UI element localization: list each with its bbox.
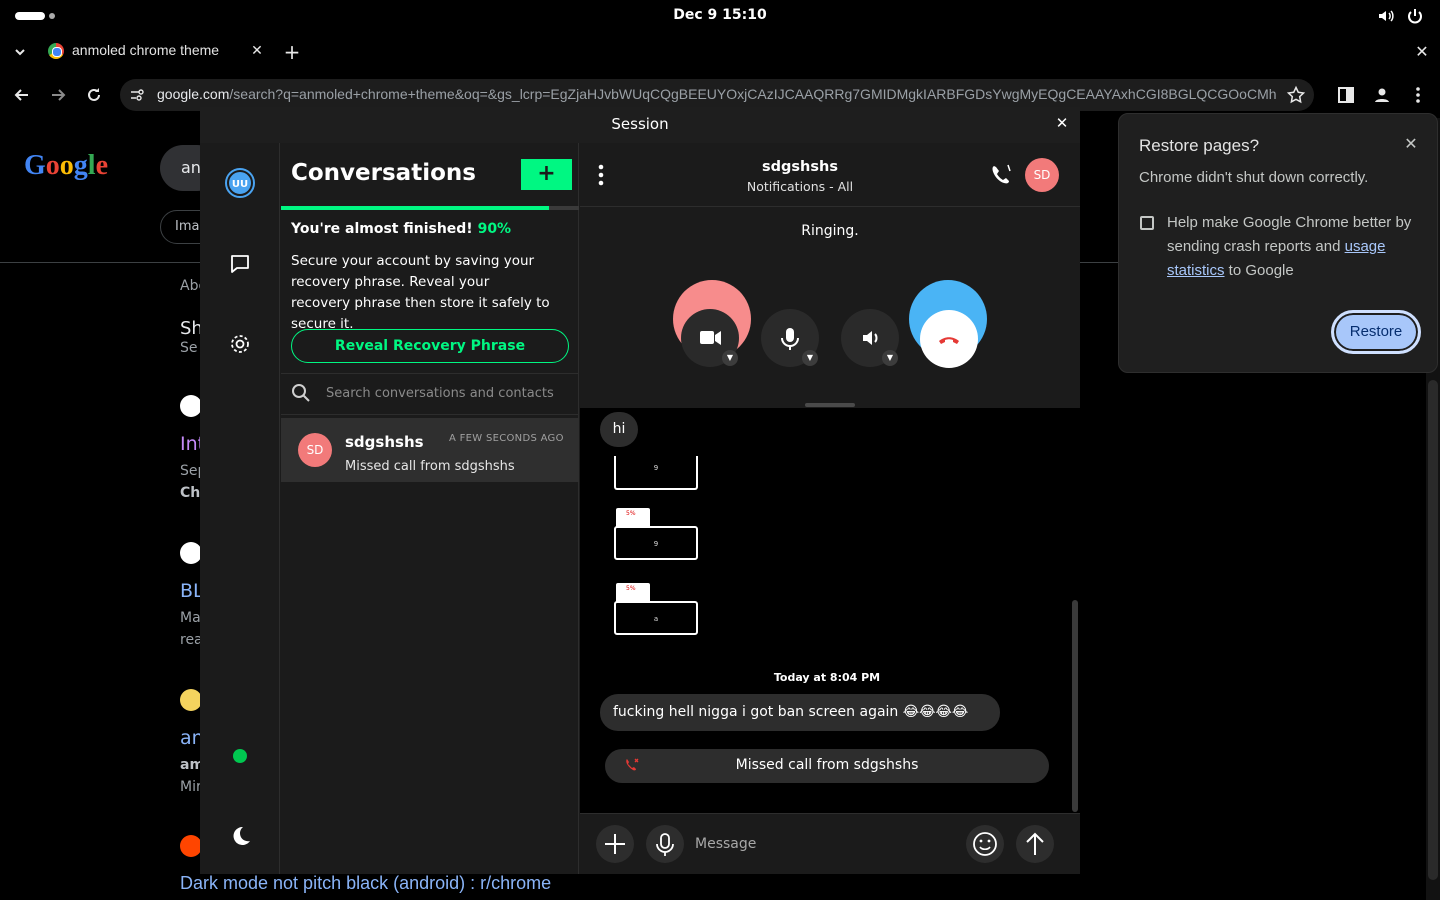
image-attachment-label: 9	[653, 464, 659, 472]
result-link[interactable]: an	[180, 727, 200, 749]
dark-mode-result-link[interactable]: Dark mode not pitch black (android) : r/…	[180, 873, 551, 894]
restore-dialog-title: Restore pages?	[1139, 136, 1260, 155]
forward-arrow-icon[interactable]	[48, 85, 68, 105]
chat-scrollbar[interactable]	[1072, 600, 1078, 812]
site-favicon-icon	[180, 689, 202, 711]
secure-account-text: Secure your account by saving your recov…	[291, 253, 550, 332]
chat-contact-name: sdgshshs	[762, 159, 838, 175]
chat-contact-avatar[interactable]: SD	[1025, 158, 1059, 192]
almost-finished-percent: 90%	[477, 221, 512, 237]
image-attachment-label: a	[653, 615, 659, 623]
result-snippet: rea	[180, 632, 200, 648]
online-status-dot	[233, 749, 247, 763]
google-logo[interactable]: Google	[24, 150, 108, 182]
result-snippet: Se	[180, 340, 198, 356]
onboarding-progress-fill	[281, 206, 549, 210]
image-attachment-tab: 5%	[616, 508, 650, 528]
images-chip-label: Ima	[175, 219, 200, 234]
send-message-button[interactable]	[1016, 825, 1054, 863]
call-status-text: Ringing.	[801, 223, 859, 239]
conversation-name: sdgshshs	[345, 433, 424, 451]
about-results-text: Abo	[180, 278, 200, 294]
message-date-separator: Today at 8:04 PM	[773, 671, 881, 684]
image-attachment-tab: 5%	[616, 583, 650, 603]
tab-search-chevron-icon[interactable]	[10, 42, 30, 62]
almost-finished-heading: You're almost finished! 90%	[291, 221, 511, 237]
page-scrollbar-thumb[interactable]	[1428, 380, 1438, 880]
url-host: google.com	[157, 86, 230, 102]
image-attachment[interactable]: 9	[614, 456, 698, 490]
url-path: /search?q=anmoled+chrome+theme&oq=&gs_lc…	[229, 86, 1277, 102]
moon-theme-icon[interactable]	[226, 822, 254, 850]
session-close-icon[interactable]: ✕	[1052, 114, 1072, 134]
help-text-end: to Google	[1224, 262, 1294, 279]
chrome-favicon-icon	[180, 395, 202, 417]
tab-close-icon[interactable]: ✕	[248, 41, 266, 61]
result-snippet: Ch	[180, 485, 200, 501]
reveal-recovery-phrase-button[interactable]: Reveal Recovery Phrase	[291, 329, 569, 363]
new-tab-plus-icon[interactable]: +	[282, 42, 302, 62]
bookmark-star-icon[interactable]	[1286, 85, 1306, 105]
chat-notification-setting: Notifications - All	[746, 179, 854, 194]
result-snippet: Ma	[180, 610, 200, 626]
microphone-options-chevron-icon[interactable]: ▼	[802, 350, 818, 366]
result-link[interactable]: Int	[180, 433, 200, 455]
search-conversations-input[interactable]	[326, 383, 566, 403]
message-input[interactable]	[695, 833, 955, 855]
tab-title: anmoled chrome theme	[72, 42, 220, 58]
new-conversation-button[interactable]: +	[521, 159, 572, 190]
power-icon[interactable]	[1405, 6, 1425, 26]
search-icon	[289, 381, 313, 405]
result-snippet: Sep	[180, 463, 200, 479]
missed-call-text: Missed call from sdgshshs	[735, 757, 919, 773]
hang-up-button[interactable]	[920, 310, 978, 368]
reload-icon[interactable]	[84, 85, 104, 105]
conversations-title: Conversations	[291, 160, 476, 186]
restore-button[interactable]: Restore	[1331, 310, 1421, 354]
profile-icon[interactable]	[1372, 85, 1392, 105]
reddit-favicon-icon	[180, 835, 202, 857]
image-attachment[interactable]: a	[614, 601, 698, 635]
messages-icon[interactable]	[226, 250, 254, 278]
crash-report-label: Help make Google Chrome better by sendin…	[1167, 211, 1423, 283]
result-snippet: Sh	[180, 318, 200, 339]
almost-finished-text: You're almost finished!	[291, 221, 473, 237]
google-search-value: an	[181, 158, 201, 177]
conversation-avatar: SD	[298, 433, 332, 467]
restore-dialog-subtitle: Chrome didn't shut down correctly.	[1139, 169, 1369, 186]
user-avatar[interactable]: UU	[225, 168, 255, 198]
add-attachment-button[interactable]	[596, 825, 634, 863]
volume-icon[interactable]	[1376, 6, 1396, 26]
side-panel-icon[interactable]	[1336, 85, 1356, 105]
call-phone-icon[interactable]	[989, 163, 1015, 187]
site-info-icon[interactable]	[128, 86, 146, 104]
emoji-button[interactable]	[966, 825, 1004, 863]
settings-gear-icon[interactable]	[226, 330, 254, 358]
conversation-timestamp: A FEW SECONDS AGO	[449, 433, 564, 444]
conversation-preview: Missed call from sdgshshs	[345, 459, 515, 474]
url-text[interactable]: google.com/search?q=anmoled+chrome+theme…	[157, 86, 1277, 102]
restore-close-icon[interactable]: ✕	[1400, 134, 1422, 156]
session-window-title: Session	[611, 115, 669, 133]
image-attachment[interactable]: 9	[614, 526, 698, 560]
result-link[interactable]: BL	[180, 580, 200, 602]
system-clock[interactable]: Dec 9 15:10	[0, 7, 1440, 23]
chrome-favicon-icon	[180, 542, 202, 564]
camera-options-chevron-icon[interactable]: ▼	[722, 350, 738, 366]
message-bubble[interactable]: hi	[600, 412, 638, 447]
message-bubble[interactable]: fucking hell nigga i got ban screen agai…	[600, 694, 1000, 731]
crash-report-checkbox[interactable]	[1140, 216, 1154, 230]
back-arrow-icon[interactable]	[12, 85, 32, 105]
google-favicon-icon	[48, 43, 64, 59]
chrome-menu-icon[interactable]	[1408, 85, 1428, 105]
result-snippet: am	[180, 757, 200, 773]
result-snippet: Mir	[180, 779, 200, 795]
image-attachment-label: 9	[653, 540, 659, 548]
voice-message-button[interactable]	[646, 825, 684, 863]
call-panel-drag-handle[interactable]	[805, 403, 855, 407]
window-close-icon[interactable]: ✕	[1412, 42, 1432, 62]
speaker-options-chevron-icon[interactable]: ▼	[882, 350, 898, 366]
